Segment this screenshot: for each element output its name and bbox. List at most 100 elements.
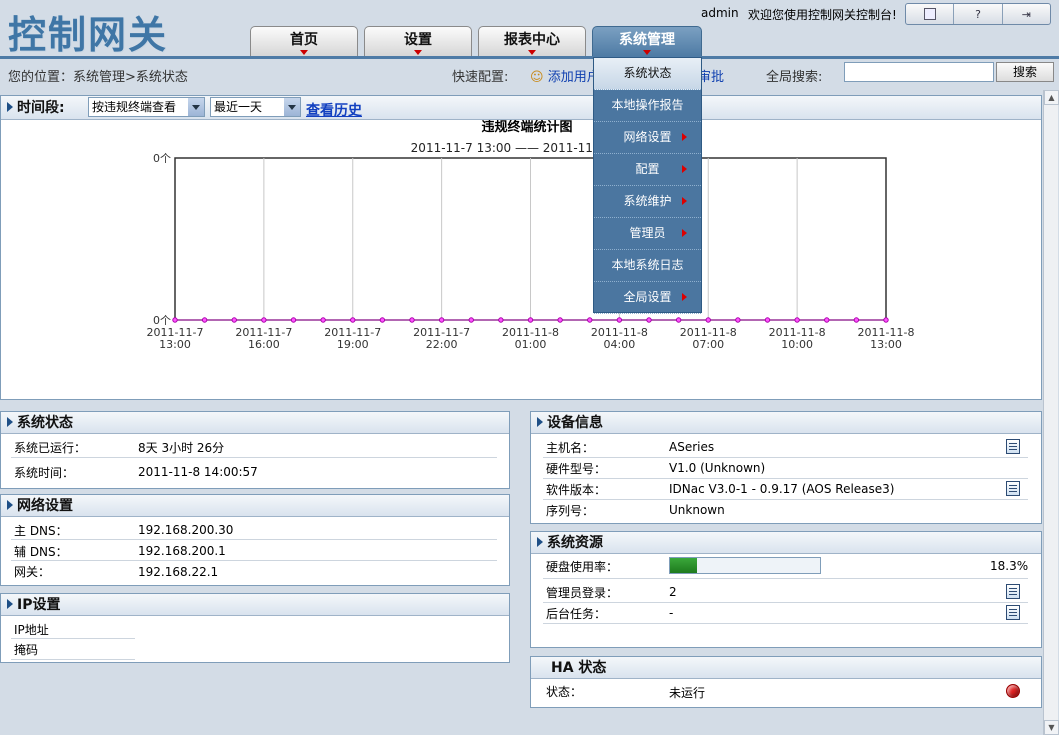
chevron-right-icon	[682, 133, 687, 141]
data-point	[261, 317, 267, 323]
primary-dns-value: 192.168.200.30	[138, 523, 234, 537]
header-divider	[0, 56, 1059, 59]
add-user-link[interactable]: ☺ 添加用户	[530, 66, 600, 85]
tab-system-admin[interactable]: 系统管理	[592, 26, 702, 57]
time-range-select[interactable]: 最近一天	[210, 97, 301, 117]
data-point	[320, 317, 326, 323]
list-icon[interactable]	[1006, 605, 1020, 620]
system-admin-menu: 系统状态 本地操作报告网络设置配置系统维护管理员本地系统日志全局设置	[593, 57, 702, 314]
menu-item-3[interactable]: 配置	[594, 154, 701, 186]
violation-chart: 违规终端统计图2011-11-7 13:00 —— 2011-11-8 13:0…	[147, 120, 915, 351]
scroll-down-icon[interactable]: ▼	[1044, 720, 1059, 735]
search-input[interactable]	[844, 62, 994, 82]
admin-login-value: 2	[669, 585, 677, 599]
ip-settings-title: IP设置	[17, 597, 61, 613]
view-history-link[interactable]: 查看历史	[306, 100, 362, 120]
data-point	[350, 317, 356, 323]
chevron-down-icon	[188, 98, 204, 116]
hardware-model-label: 硬件型号：	[546, 462, 607, 476]
arrow-right-icon	[537, 417, 543, 427]
row-divider	[543, 602, 1028, 603]
data-point	[290, 317, 297, 323]
edit-icon[interactable]	[1006, 439, 1020, 454]
software-version-label: 软件版本：	[546, 483, 607, 497]
help-icon[interactable]: ?	[954, 4, 1003, 24]
device-info-header: 设备信息	[531, 412, 1041, 434]
ha-status-title: HA 状态	[551, 660, 607, 676]
current-user: admin	[701, 6, 739, 20]
tab-home[interactable]: 首页	[250, 26, 358, 57]
tab-reports[interactable]: 报表中心	[478, 26, 586, 57]
data-point	[587, 317, 593, 323]
ha-state-label: 状态：	[546, 685, 583, 699]
row-divider	[11, 457, 497, 458]
data-point	[468, 317, 474, 323]
data-point	[735, 317, 741, 323]
quick-config-label: 快速配置:	[452, 70, 509, 85]
calendar-icon[interactable]	[906, 4, 955, 24]
chevron-right-icon	[682, 293, 687, 301]
menu-item-4[interactable]: 系统维护	[594, 186, 701, 218]
row-divider	[11, 539, 497, 540]
data-point	[883, 317, 889, 323]
chart-panel: 时间段: 按违规终端查看 最近一天 查看历史 违规终端统计图 2011-11-7 …	[0, 95, 1042, 400]
view-mode-select[interactable]: 按违规终端查看	[88, 97, 205, 117]
data-point	[379, 317, 386, 323]
data-point	[675, 317, 682, 323]
x-tick-label-time: 13:00	[159, 338, 191, 351]
scrollbar[interactable]: ▲ ▼	[1043, 90, 1059, 735]
row-divider	[11, 560, 497, 561]
tab-system-admin-label: 系统管理	[619, 32, 675, 48]
menu-item-label: 配置	[635, 162, 660, 176]
data-point	[172, 317, 178, 323]
device-info-title: 设备信息	[547, 415, 603, 431]
menu-item-0[interactable]: 系统状态	[594, 58, 701, 90]
menu-item-7[interactable]: 全局设置	[594, 282, 701, 314]
menu-item-label: 网络设置	[623, 130, 672, 144]
serial-value: Unknown	[669, 503, 725, 517]
menu-item-2[interactable]: 网络设置	[594, 122, 701, 154]
gateway-label: 网关：	[14, 565, 51, 579]
disk-usage-value: 18.3%	[990, 559, 1029, 573]
ha-state-value: 未运行	[669, 686, 706, 700]
network-settings-panel: 网络设置 主 DNS： 192.168.200.30 辅 DNS： 192.16…	[0, 494, 510, 586]
menu-item-label: 本地系统日志	[611, 258, 684, 272]
logout-icon[interactable]: ⇥	[1003, 4, 1050, 24]
arrow-right-icon	[537, 537, 543, 547]
scroll-up-icon[interactable]: ▲	[1044, 90, 1059, 105]
device-info-panel: 设备信息 主机名： ASeries 硬件型号： V1.0 (Unknown) 软…	[530, 411, 1042, 524]
menu-item-6[interactable]: 本地系统日志	[594, 250, 701, 282]
row-divider	[11, 659, 135, 660]
x-tick-label-time: 07:00	[692, 338, 724, 351]
netmask-label: 掩码	[14, 643, 39, 657]
x-tick-label-time: 19:00	[337, 338, 369, 351]
arrow-right-icon	[7, 102, 13, 112]
tab-home-label: 首页	[290, 32, 318, 48]
chevron-down-icon	[414, 50, 422, 55]
system-status-title: 系统状态	[17, 415, 73, 431]
data-point	[794, 317, 800, 323]
search-button[interactable]: 搜索	[996, 62, 1054, 82]
menu-item-1[interactable]: 本地操作报告	[594, 90, 701, 122]
system-resource-header: 系统资源	[531, 532, 1041, 554]
background-task-label: 后台任务：	[546, 607, 607, 621]
top-toolbar: ? ⇥	[905, 3, 1051, 25]
data-point	[616, 317, 623, 323]
menu-item-label: 系统维护	[623, 194, 672, 208]
menu-item-5[interactable]: 管理员	[594, 218, 701, 250]
add-user-label: 添加用户	[547, 70, 600, 85]
chevron-right-icon	[682, 197, 687, 205]
row-divider	[543, 499, 1028, 500]
list-icon[interactable]	[1006, 584, 1020, 599]
hostname-value: ASeries	[669, 440, 715, 454]
details-icon[interactable]	[1006, 481, 1020, 496]
data-point	[824, 317, 830, 323]
system-resource-title: 系统资源	[547, 535, 603, 551]
row-divider	[543, 578, 1028, 579]
data-point	[231, 317, 237, 323]
serial-label: 序列号：	[546, 504, 595, 518]
tab-settings[interactable]: 设置	[364, 26, 472, 57]
arrow-right-icon	[7, 417, 13, 427]
hostname-label: 主机名：	[546, 441, 595, 455]
secondary-dns-label: 辅 DNS：	[14, 545, 68, 559]
